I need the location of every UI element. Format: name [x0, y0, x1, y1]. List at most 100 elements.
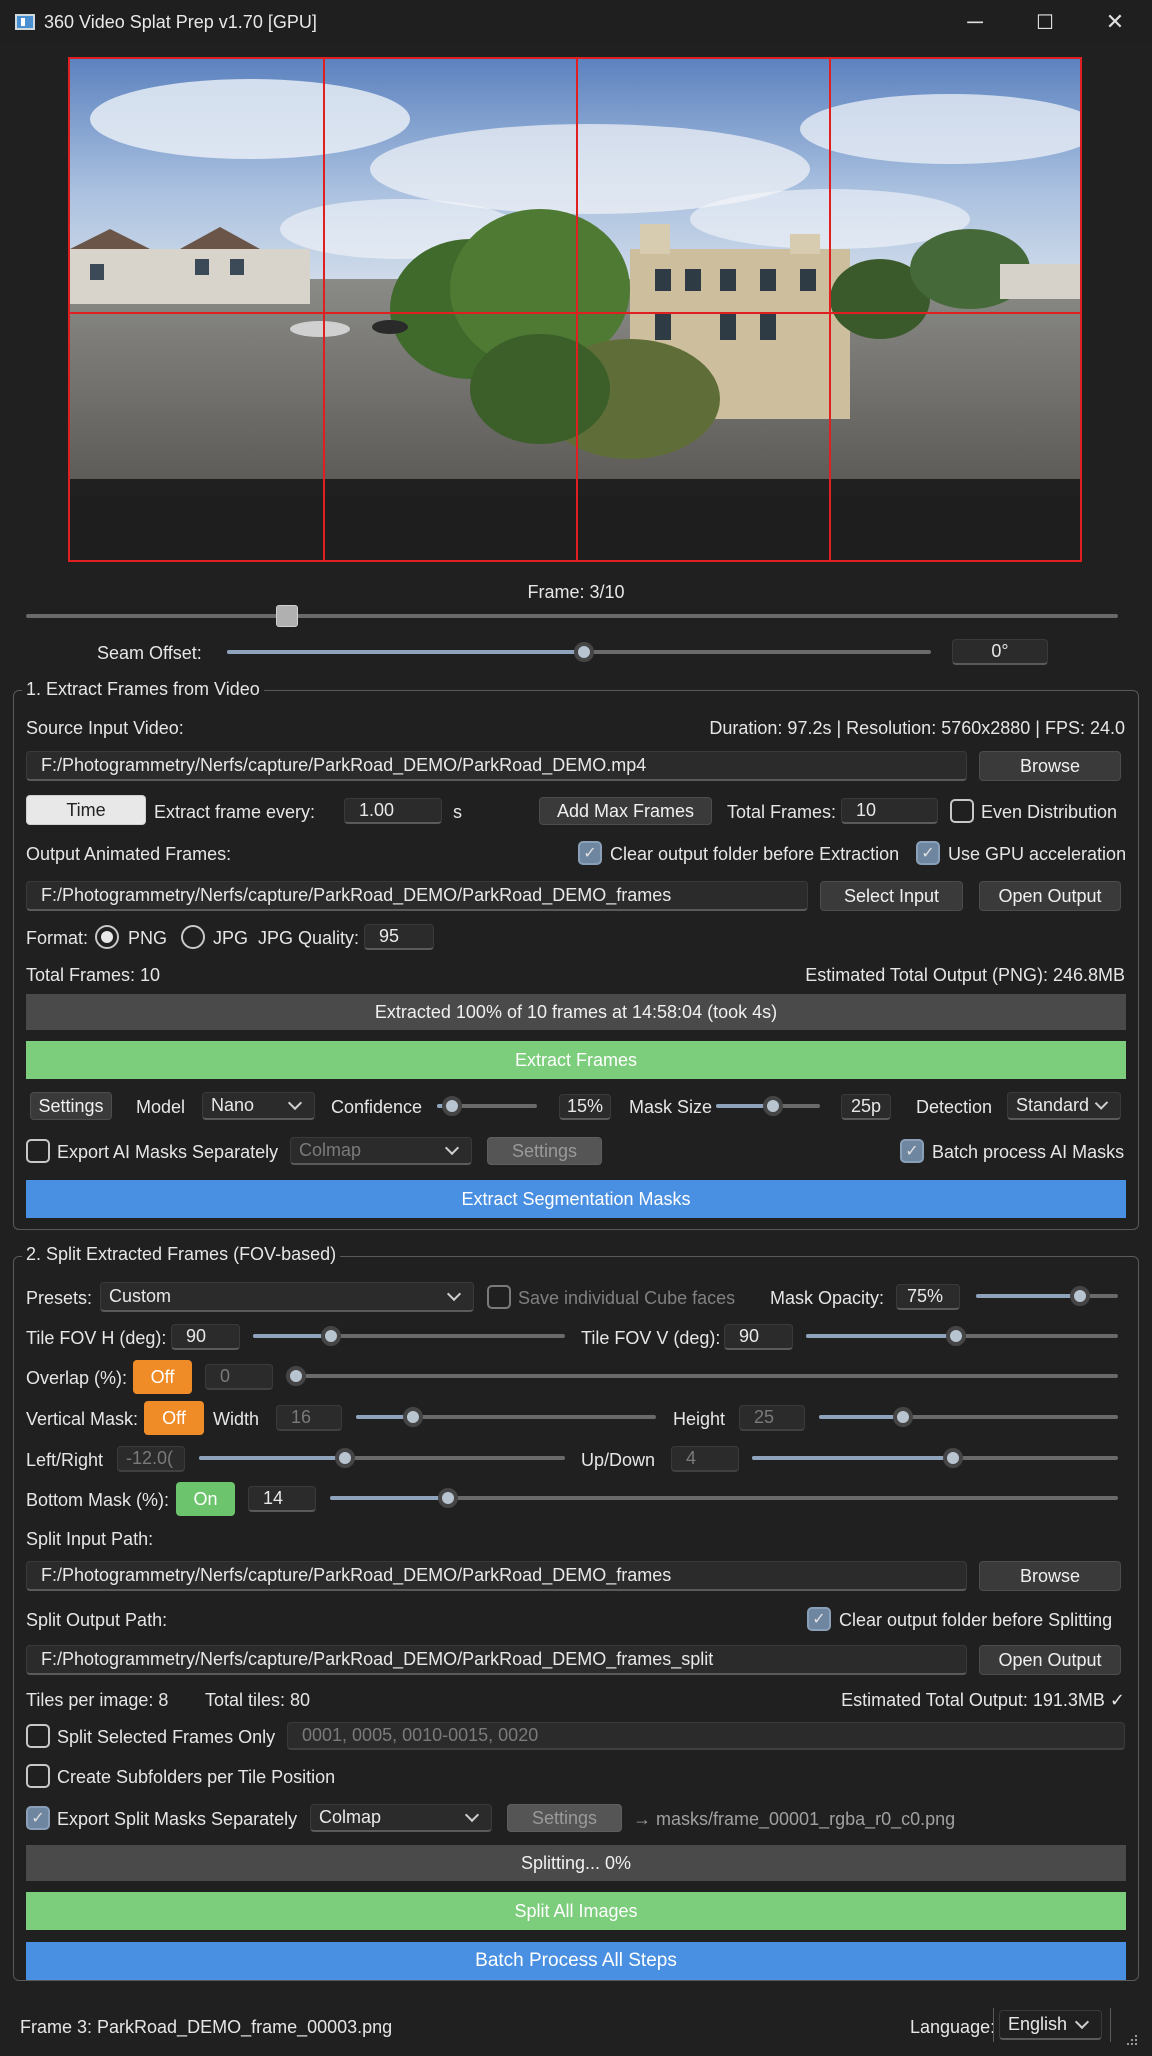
- left-right-slider[interactable]: [199, 1448, 565, 1468]
- overlap-thumb[interactable]: [286, 1366, 306, 1386]
- seam-offset-slider[interactable]: [227, 642, 931, 662]
- confidence-thumb[interactable]: [442, 1096, 462, 1116]
- height-label: Height: [673, 1409, 726, 1429]
- source-browse-button[interactable]: Browse: [979, 751, 1121, 781]
- app-icon: [15, 14, 35, 30]
- export-split-masks-checkbox[interactable]: ✓: [26, 1806, 50, 1830]
- split-open-output-button[interactable]: Open Output: [979, 1645, 1121, 1675]
- split-all-images-button[interactable]: Split All Images: [26, 1892, 1126, 1930]
- seconds-unit: s: [453, 802, 462, 822]
- mask-size-slider[interactable]: [716, 1096, 820, 1116]
- overlap-label: Overlap (%):: [26, 1368, 128, 1388]
- minimize-button[interactable]: ─: [940, 0, 1010, 44]
- split-input-path[interactable]: F:/Photogrammetry/Nerfs/capture/ParkRoad…: [26, 1561, 967, 1591]
- batch-process-button[interactable]: Batch Process All Steps: [26, 1942, 1126, 1980]
- add-max-frames-button[interactable]: Add Max Frames: [539, 797, 712, 825]
- left-right-input[interactable]: -12.0(: [117, 1446, 185, 1472]
- mask-opacity-slider[interactable]: [976, 1286, 1118, 1306]
- split-output-path[interactable]: F:/Photogrammetry/Nerfs/capture/ParkRoad…: [26, 1645, 967, 1675]
- time-mode-button[interactable]: Time: [26, 795, 146, 825]
- left-right-thumb[interactable]: [335, 1448, 355, 1468]
- vertical-mask-toggle[interactable]: Off: [144, 1401, 204, 1435]
- up-down-input[interactable]: 4: [671, 1446, 739, 1472]
- overlap-input[interactable]: 0: [205, 1364, 273, 1390]
- frame-slider-thumb[interactable]: [276, 605, 298, 627]
- language-dropdown[interactable]: English: [999, 2010, 1102, 2040]
- title-bar: 360 Video Splat Prep v1.70 [GPU] ─ ☐ ✕: [0, 0, 1152, 44]
- export-ai-masks-checkbox[interactable]: [26, 1139, 50, 1163]
- clear-split-checkbox[interactable]: ✓: [807, 1607, 831, 1631]
- height-input[interactable]: 25: [739, 1405, 805, 1431]
- batch-ai-masks-checkbox[interactable]: ✓: [900, 1139, 924, 1163]
- fov-v-slider[interactable]: [806, 1326, 1118, 1346]
- split-mask-settings-button[interactable]: Settings: [507, 1804, 622, 1832]
- ai-mask-format-dropdown[interactable]: Colmap: [290, 1137, 472, 1165]
- fov-v-input[interactable]: 90: [724, 1324, 793, 1350]
- png-radio[interactable]: [95, 925, 119, 949]
- frame-slider[interactable]: [26, 605, 1118, 627]
- width-label: Width: [213, 1409, 260, 1429]
- resize-grip-icon[interactable]: [1126, 2030, 1138, 2045]
- confidence-value[interactable]: 15%: [559, 1094, 611, 1120]
- height-slider[interactable]: [819, 1407, 1118, 1427]
- source-path-input[interactable]: F:/Photogrammetry/Nerfs/capture/ParkRoad…: [26, 751, 967, 781]
- width-thumb[interactable]: [403, 1407, 423, 1427]
- split-browse-button[interactable]: Browse: [979, 1561, 1121, 1591]
- bottom-mask-thumb[interactable]: [438, 1488, 458, 1508]
- detection-dropdown[interactable]: Standard: [1007, 1092, 1121, 1120]
- total-frames-input[interactable]: 10: [841, 798, 938, 824]
- png-label: PNG: [128, 928, 168, 948]
- mask-size-thumb[interactable]: [763, 1096, 783, 1116]
- output-path-input[interactable]: F:/Photogrammetry/Nerfs/capture/ParkRoad…: [26, 881, 808, 911]
- mask-opacity-input[interactable]: 75%: [896, 1284, 960, 1310]
- bottom-mask-slider[interactable]: [330, 1488, 1118, 1508]
- width-slider[interactable]: [356, 1407, 656, 1427]
- selected-frames-input[interactable]: 0001, 0005, 0010-0015, 0020: [287, 1722, 1125, 1750]
- presets-dropdown[interactable]: Custom: [100, 1282, 474, 1312]
- extract-frames-button[interactable]: Extract Frames: [26, 1041, 1126, 1079]
- confidence-slider[interactable]: [437, 1096, 537, 1116]
- jpg-quality-input[interactable]: 95: [364, 924, 434, 950]
- up-down-thumb[interactable]: [943, 1448, 963, 1468]
- overlap-slider[interactable]: [286, 1366, 1118, 1386]
- split-selected-checkbox[interactable]: [26, 1724, 50, 1748]
- clear-output-checkbox[interactable]: ✓: [578, 841, 602, 865]
- ai-mask-settings-button[interactable]: Settings: [487, 1137, 602, 1165]
- estimated-output: Estimated Total Output (PNG): 246.8MB: [805, 965, 1125, 985]
- seam-offset-thumb[interactable]: [574, 642, 594, 662]
- bottom-mask-input[interactable]: 14: [248, 1486, 316, 1512]
- model-dropdown[interactable]: Nano: [202, 1092, 315, 1120]
- select-input-button[interactable]: Select Input: [820, 881, 963, 911]
- vertical-mask-label: Vertical Mask:: [26, 1409, 139, 1429]
- save-cube-faces-checkbox[interactable]: [487, 1285, 511, 1309]
- fov-h-thumb[interactable]: [321, 1326, 341, 1346]
- overlap-toggle[interactable]: Off: [133, 1360, 192, 1394]
- chevron-down-icon: [446, 1286, 462, 1301]
- mask-size-value[interactable]: 25p: [841, 1094, 891, 1120]
- seam-offset-value[interactable]: 0°: [952, 639, 1048, 665]
- bottom-mask-toggle[interactable]: On: [176, 1482, 235, 1516]
- fov-v-thumb[interactable]: [946, 1326, 966, 1346]
- detection-value: Standard: [1016, 1095, 1090, 1115]
- split-mask-format-dropdown[interactable]: Colmap: [310, 1804, 492, 1832]
- extract-every-input[interactable]: 1.00: [344, 798, 442, 824]
- mask-opacity-thumb[interactable]: [1070, 1286, 1090, 1306]
- even-distribution-checkbox[interactable]: [950, 799, 974, 823]
- fov-h-slider[interactable]: [253, 1326, 565, 1346]
- up-down-slider[interactable]: [752, 1448, 1118, 1468]
- subfolders-checkbox[interactable]: [26, 1764, 50, 1788]
- use-gpu-checkbox[interactable]: ✓: [916, 841, 940, 865]
- extract-segmentation-button[interactable]: Extract Segmentation Masks: [26, 1180, 1126, 1218]
- open-output-button[interactable]: Open Output: [979, 881, 1121, 911]
- chevron-down-icon: [1094, 1095, 1109, 1110]
- fov-v-label: Tile FOV V (deg):: [581, 1328, 721, 1348]
- jpg-radio[interactable]: [181, 925, 205, 949]
- height-thumb[interactable]: [893, 1407, 913, 1427]
- jpg-label: JPG: [213, 928, 249, 948]
- close-button[interactable]: ✕: [1080, 0, 1150, 44]
- maximize-button[interactable]: ☐: [1010, 0, 1080, 44]
- presets-value: Custom: [109, 1286, 172, 1306]
- width-input[interactable]: 16: [276, 1405, 342, 1431]
- model-settings-button[interactable]: Settings: [30, 1092, 112, 1120]
- fov-h-input[interactable]: 90: [171, 1324, 240, 1350]
